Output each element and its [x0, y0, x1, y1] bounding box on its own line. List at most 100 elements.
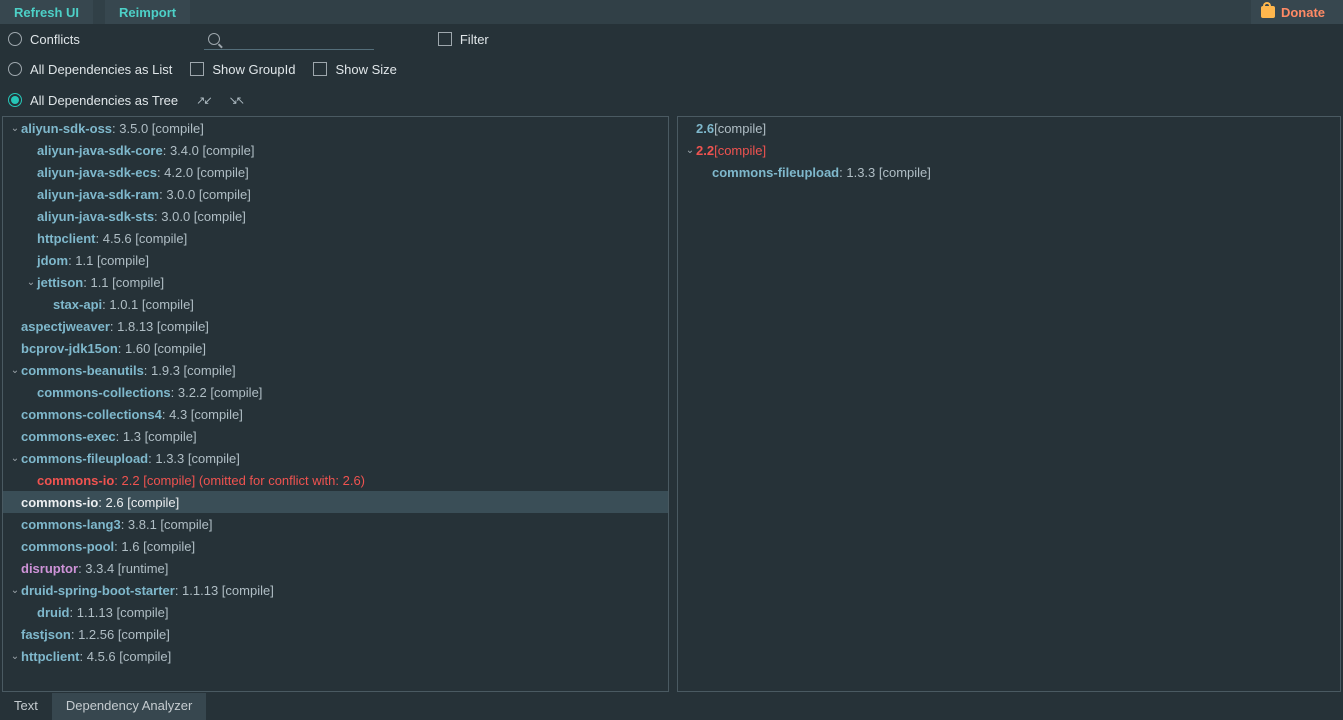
chevron-down-icon[interactable]: ⌄: [684, 145, 696, 156]
chevron-down-icon[interactable]: ⌄: [9, 453, 21, 464]
tree-row[interactable]: commons-pool : 1.6 [compile]: [3, 535, 668, 557]
chevron-down-icon[interactable]: ⌄: [9, 365, 21, 376]
checkbox-show-size[interactable]: Show Size: [313, 62, 396, 77]
dependency-meta: : 3.5.0 [compile]: [112, 121, 204, 136]
tree-row[interactable]: jdom : 1.1 [compile]: [3, 249, 668, 271]
donate-label: Donate: [1281, 5, 1325, 20]
dependency-name: commons-collections: [37, 385, 171, 400]
dependency-meta: : 1.60 [compile]: [118, 341, 206, 356]
dependency-meta: : 1.1.13 [compile]: [70, 605, 169, 620]
tree-row[interactable]: ⌄httpclient : 4.5.6 [compile]: [3, 645, 668, 667]
dependency-name: stax-api: [53, 297, 102, 312]
dependency-meta: : 1.3 [compile]: [116, 429, 197, 444]
dependency-name: commons-collections4: [21, 407, 162, 422]
chevron-down-icon[interactable]: ⌄: [9, 123, 21, 134]
dependency-meta: : 3.0.0 [compile]: [159, 187, 251, 202]
tree-row[interactable]: disruptor : 3.3.4 [runtime]: [3, 557, 668, 579]
dependency-meta: : 4.3 [compile]: [162, 407, 243, 422]
checkbox-show-groupid[interactable]: Show GroupId: [190, 62, 295, 77]
dependency-meta: : 1.1.13 [compile]: [175, 583, 274, 598]
refresh-ui-button[interactable]: Refresh UI: [0, 0, 93, 24]
dependency-meta: : 2.6 [compile]: [98, 495, 179, 510]
dependency-name: aliyun-java-sdk-sts: [37, 209, 154, 224]
tree-row[interactable]: commons-io : 2.6 [compile]: [3, 491, 668, 513]
tree-row[interactable]: ⌄commons-fileupload : 1.3.3 [compile]: [3, 447, 668, 469]
tree-row[interactable]: aliyun-java-sdk-ram : 3.0.0 [compile]: [3, 183, 668, 205]
tree-row[interactable]: ⌄druid-spring-boot-starter : 1.1.13 [com…: [3, 579, 668, 601]
tree-row[interactable]: ⌄jettison : 1.1 [compile]: [3, 271, 668, 293]
tree-row[interactable]: ⌄commons-beanutils : 1.9.3 [compile]: [3, 359, 668, 381]
dependency-name: druid-spring-boot-starter: [21, 583, 175, 598]
dependency-name: httpclient: [37, 231, 96, 246]
tree-row[interactable]: aliyun-java-sdk-sts : 3.0.0 [compile]: [3, 205, 668, 227]
radio-all-tree[interactable]: All Dependencies as Tree: [8, 93, 178, 108]
chevron-down-icon[interactable]: ⌄: [9, 585, 21, 596]
tree-row[interactable]: commons-collections : 3.2.2 [compile]: [3, 381, 668, 403]
radio-icon: [8, 93, 22, 107]
radio-all-list[interactable]: All Dependencies as List: [8, 62, 172, 77]
dependency-meta: : 1.9.3 [compile]: [144, 363, 236, 378]
tree-row[interactable]: commons-io : 2.2 [compile] (omitted for …: [3, 469, 668, 491]
dependency-name: fastjson: [21, 627, 71, 642]
dependency-meta: : 1.3.3 [compile]: [839, 165, 931, 180]
tree-row[interactable]: commons-exec : 1.3 [compile]: [3, 425, 668, 447]
checkbox-filter[interactable]: Filter: [438, 32, 489, 47]
dependency-name: aliyun-java-sdk-ram: [37, 187, 159, 202]
dependency-name: 2.6: [696, 121, 714, 136]
expand-all-icon[interactable]: ↗↙: [196, 94, 210, 107]
dependency-meta: : 1.1 [compile]: [83, 275, 164, 290]
tree-row[interactable]: aliyun-java-sdk-core : 3.4.0 [compile]: [3, 139, 668, 161]
tree-row[interactable]: fastjson : 1.2.56 [compile]: [3, 623, 668, 645]
dependency-meta: [compile]: [714, 143, 766, 158]
tree-row[interactable]: ⌄2.2 [compile]: [678, 139, 1340, 161]
dependency-meta: : 3.4.0 [compile]: [163, 143, 255, 158]
collapse-all-icon[interactable]: ↘↖: [229, 94, 243, 107]
radio-label: All Dependencies as List: [30, 62, 172, 77]
radio-icon: [8, 62, 22, 76]
checkbox-label: Filter: [460, 32, 489, 47]
radio-label: All Dependencies as Tree: [30, 93, 178, 108]
tree-row[interactable]: aliyun-java-sdk-ecs : 4.2.0 [compile]: [3, 161, 668, 183]
search-input[interactable]: [226, 31, 366, 46]
filter-row-2: All Dependencies as List Show GroupId Sh…: [0, 54, 1343, 84]
panels: ⌄aliyun-sdk-oss : 3.5.0 [compile]aliyun-…: [0, 116, 1343, 692]
checkbox-label: Show GroupId: [212, 62, 295, 77]
tree-row[interactable]: aspectjweaver : 1.8.13 [compile]: [3, 315, 668, 337]
reimport-button[interactable]: Reimport: [105, 0, 190, 24]
dependency-name: 2.2: [696, 143, 714, 158]
dependency-name: commons-lang3: [21, 517, 121, 532]
dependency-name: aliyun-java-sdk-core: [37, 143, 163, 158]
bottom-tabs: Text Dependency Analyzer: [0, 692, 1343, 720]
dependency-name: commons-pool: [21, 539, 114, 554]
dependency-name: commons-fileupload: [21, 451, 148, 466]
dependency-tree-panel[interactable]: ⌄aliyun-sdk-oss : 3.5.0 [compile]aliyun-…: [2, 116, 669, 692]
dependency-name: bcprov-jdk15on: [21, 341, 118, 356]
tree-row[interactable]: ⌄aliyun-sdk-oss : 3.5.0 [compile]: [3, 117, 668, 139]
tree-row[interactable]: commons-lang3 : 3.8.1 [compile]: [3, 513, 668, 535]
dependency-meta: : 1.0.1 [compile]: [102, 297, 194, 312]
dependency-name: aliyun-java-sdk-ecs: [37, 165, 157, 180]
tree-row[interactable]: 2.6 [compile]: [678, 117, 1340, 139]
checkbox-icon: [190, 62, 204, 76]
tree-row[interactable]: bcprov-jdk15on : 1.60 [compile]: [3, 337, 668, 359]
radio-conflicts[interactable]: Conflicts: [8, 32, 80, 47]
chevron-down-icon[interactable]: ⌄: [25, 277, 37, 288]
checkbox-icon: [438, 32, 452, 46]
checkbox-label: Show Size: [335, 62, 396, 77]
tab-text[interactable]: Text: [0, 693, 52, 720]
search-input-wrap[interactable]: [204, 28, 374, 50]
donate-button[interactable]: Donate: [1251, 0, 1343, 24]
dependency-name: commons-beanutils: [21, 363, 144, 378]
dependency-name: commons-io: [21, 495, 98, 510]
tree-row[interactable]: druid : 1.1.13 [compile]: [3, 601, 668, 623]
dependency-meta: : 1.8.13 [compile]: [110, 319, 209, 334]
tab-dependency-analyzer[interactable]: Dependency Analyzer: [52, 693, 206, 720]
tree-row[interactable]: commons-fileupload : 1.3.3 [compile]: [678, 161, 1340, 183]
tree-row[interactable]: commons-collections4 : 4.3 [compile]: [3, 403, 668, 425]
tree-row[interactable]: stax-api : 1.0.1 [compile]: [3, 293, 668, 315]
tree-row[interactable]: httpclient : 4.5.6 [compile]: [3, 227, 668, 249]
dependency-detail-panel[interactable]: 2.6 [compile]⌄2.2 [compile]commons-fileu…: [677, 116, 1341, 692]
dependency-meta: : 4.5.6 [compile]: [80, 649, 172, 664]
chevron-down-icon[interactable]: ⌄: [9, 651, 21, 662]
filter-row-3: All Dependencies as Tree ↗↙ ↘↖: [0, 84, 1343, 116]
